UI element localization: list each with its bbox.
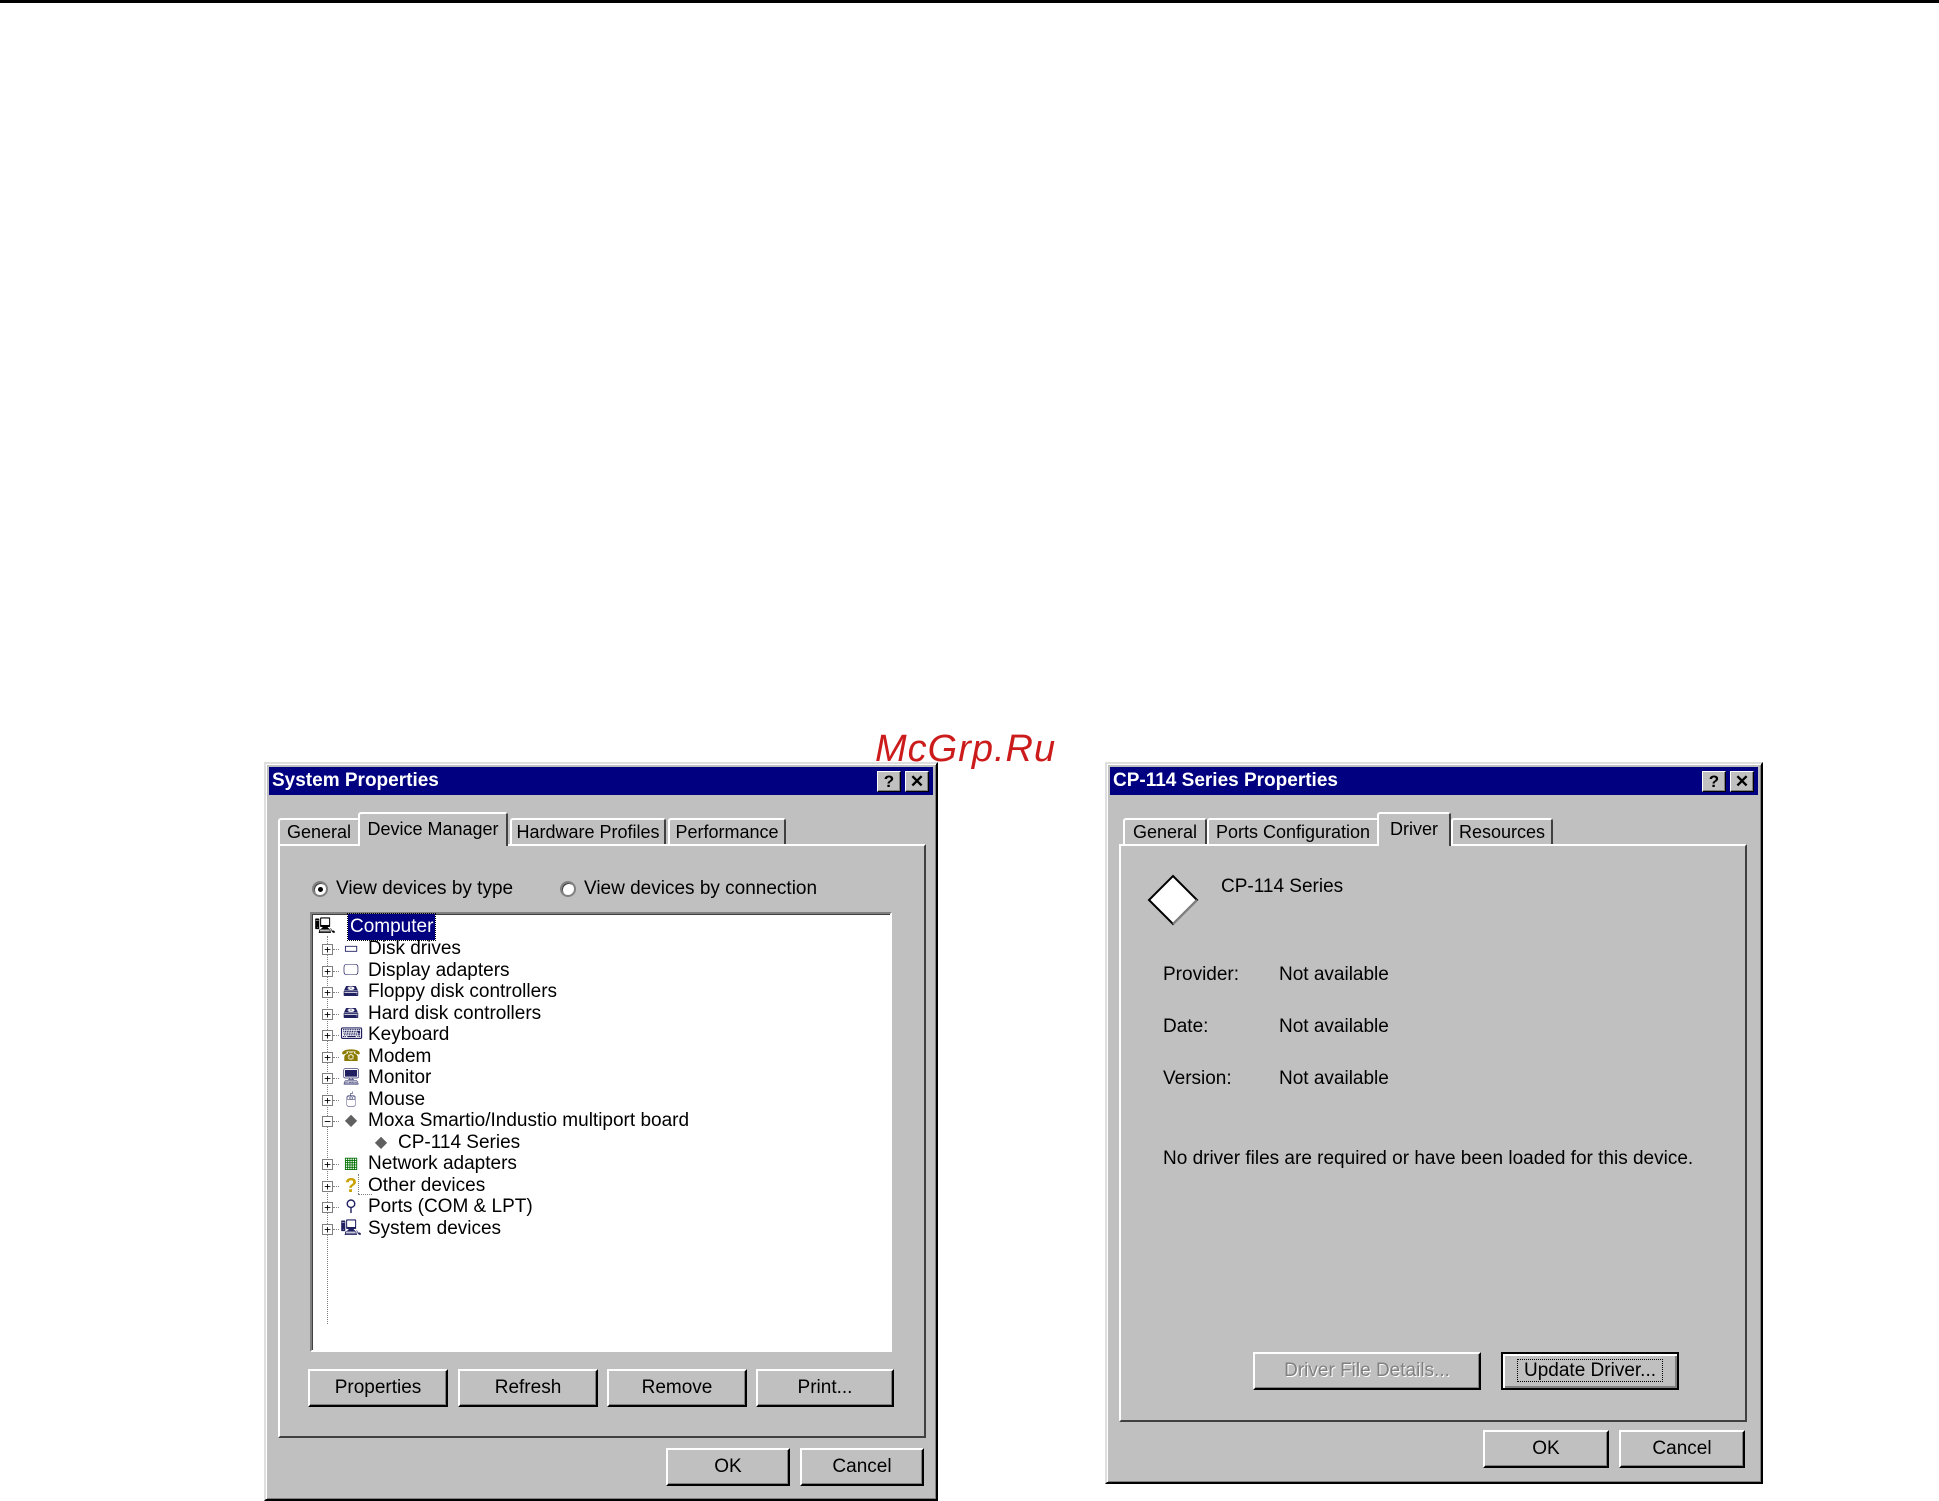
- expand-toggle-icon[interactable]: +: [322, 944, 333, 955]
- provider-label: Provider:: [1163, 964, 1240, 985]
- device-tree[interactable]: 🖳 Computer + ▭ Disk drives + 🖵 Display adapte…: [310, 912, 892, 1352]
- driver-file-details-button[interactable]: Driver File Details...: [1253, 1352, 1481, 1390]
- hard-disk-controller-icon: 🖴: [342, 1004, 360, 1022]
- tree-guide-line-h: [333, 1121, 339, 1122]
- properties-button[interactable]: Properties: [308, 1369, 448, 1407]
- tab-device-manager[interactable]: Device Manager: [358, 812, 508, 846]
- expand-toggle-icon[interactable]: +: [322, 1094, 333, 1106]
- driver-message: No driver files are required or have bee…: [1163, 1148, 1694, 1169]
- date-label: Date:: [1163, 1016, 1209, 1037]
- expand-toggle-icon[interactable]: +: [322, 1073, 333, 1084]
- tab-ports-configuration[interactable]: Ports Configuration: [1207, 818, 1379, 844]
- top-rule: [0, 0, 1939, 3]
- date-value: Not available: [1279, 1016, 1389, 1037]
- monitor-icon: 🖥: [340, 1069, 362, 1086]
- display-adapter-icon: 🖵: [343, 961, 359, 979]
- ok-button[interactable]: OK: [1483, 1430, 1609, 1468]
- network-adapter-icon: ▦: [343, 1155, 359, 1172]
- mouse-icon: 🖱: [346, 1090, 356, 1108]
- title-bar: System Properties ? ✕: [269, 767, 933, 795]
- expand-toggle-icon[interactable]: +: [322, 1008, 333, 1020]
- expand-toggle-icon[interactable]: +: [322, 1223, 333, 1235]
- tree-guide-line-h: [333, 1185, 339, 1187]
- tab-resources[interactable]: Resources: [1451, 818, 1553, 844]
- expand-toggle-icon[interactable]: +: [322, 1180, 333, 1192]
- tree-guide-line-h: [333, 1013, 339, 1015]
- question-mark-icon: ?: [344, 1174, 358, 1197]
- tree-guide-line-h: [333, 1078, 339, 1079]
- collapse-toggle-icon[interactable]: −: [322, 1116, 333, 1127]
- floppy-controller-icon: 🖴: [342, 983, 360, 1000]
- close-button[interactable]: ✕: [1730, 771, 1754, 792]
- system-devices-icon: 🖳: [340, 1219, 362, 1237]
- provider-value: Not available: [1279, 964, 1389, 985]
- multiport-board-icon: [1147, 874, 1199, 926]
- device-manager-panel: View devices by type View devices by con…: [278, 844, 926, 1438]
- cancel-button[interactable]: Cancel: [800, 1448, 924, 1486]
- window-title: CP-114 Series Properties: [1113, 770, 1338, 791]
- tab-strip: General Device Manager Hardware Profiles…: [278, 812, 918, 846]
- tree-guide-line-h: [333, 1035, 339, 1036]
- expand-toggle-icon[interactable]: +: [322, 1159, 333, 1170]
- tree-guide-line-h: [333, 1207, 339, 1208]
- close-button[interactable]: ✕: [905, 771, 929, 792]
- print-button[interactable]: Print...: [756, 1369, 894, 1407]
- port-icon: ⚲: [345, 1198, 357, 1215]
- tab-general[interactable]: General: [1123, 818, 1207, 844]
- view-by-type-label[interactable]: View devices by type: [336, 878, 513, 900]
- tree-guide-line-h: [333, 1056, 339, 1058]
- window-title: System Properties: [272, 770, 439, 791]
- expand-toggle-icon[interactable]: +: [322, 965, 333, 977]
- device-name: CP-114 Series: [1221, 876, 1344, 897]
- refresh-button[interactable]: Refresh: [458, 1369, 598, 1407]
- expand-toggle-icon[interactable]: +: [322, 1051, 333, 1063]
- help-button[interactable]: ?: [1702, 771, 1726, 792]
- tab-performance[interactable]: Performance: [668, 818, 786, 844]
- system-properties-window: System Properties ? ✕ General Device Man…: [264, 762, 938, 1501]
- view-by-type-radio[interactable]: [312, 881, 328, 897]
- driver-panel: CP-114 Series Provider: Not available Da…: [1119, 844, 1747, 1422]
- view-by-connection-radio[interactable]: [560, 881, 576, 897]
- multiport-board-icon: ◆: [374, 1133, 388, 1151]
- update-driver-button[interactable]: Update Driver...: [1501, 1352, 1679, 1390]
- ok-button[interactable]: OK: [666, 1448, 790, 1486]
- tab-hardware-profiles[interactable]: Hardware Profiles: [510, 818, 666, 844]
- tab-strip: General Ports Configuration Driver Resou…: [1123, 812, 1743, 846]
- expand-toggle-icon[interactable]: +: [322, 1202, 333, 1213]
- close-icon: ✕: [1734, 772, 1750, 791]
- expand-toggle-icon[interactable]: +: [322, 987, 333, 998]
- close-icon: ✕: [909, 772, 925, 791]
- disk-drive-icon: ▭: [343, 940, 359, 957]
- version-value: Not available: [1279, 1068, 1389, 1089]
- tree-guide-line-h: [333, 1164, 339, 1165]
- computer-icon: 🖳: [314, 918, 336, 935]
- title-bar: CP-114 Series Properties ? ✕: [1110, 767, 1758, 795]
- multiport-board-icon: ◆: [344, 1112, 358, 1129]
- tree-item[interactable]: + 🖳 System devices: [312, 1216, 872, 1242]
- cp114-properties-window: CP-114 Series Properties ? ✕ General Por…: [1105, 762, 1763, 1484]
- help-button[interactable]: ?: [877, 771, 901, 792]
- remove-button[interactable]: Remove: [607, 1369, 747, 1407]
- tab-driver[interactable]: Driver: [1377, 812, 1451, 846]
- tree-guide-line-h: [333, 970, 339, 972]
- tab-general[interactable]: General: [278, 818, 360, 844]
- tree-guide-line-h: [333, 1099, 339, 1101]
- tree-guide-line-h: [333, 949, 339, 950]
- expand-toggle-icon[interactable]: +: [322, 1030, 333, 1041]
- version-label: Version:: [1163, 1068, 1232, 1089]
- cancel-button[interactable]: Cancel: [1619, 1430, 1745, 1468]
- tree-guide-line-h: [333, 1228, 339, 1230]
- tree-item-label: System devices: [368, 1217, 502, 1239]
- tree-guide-line-h: [333, 992, 339, 993]
- modem-icon: ☎: [341, 1047, 361, 1065]
- keyboard-icon: ⌨: [340, 1026, 364, 1043]
- view-by-connection-label[interactable]: View devices by connection: [584, 878, 817, 900]
